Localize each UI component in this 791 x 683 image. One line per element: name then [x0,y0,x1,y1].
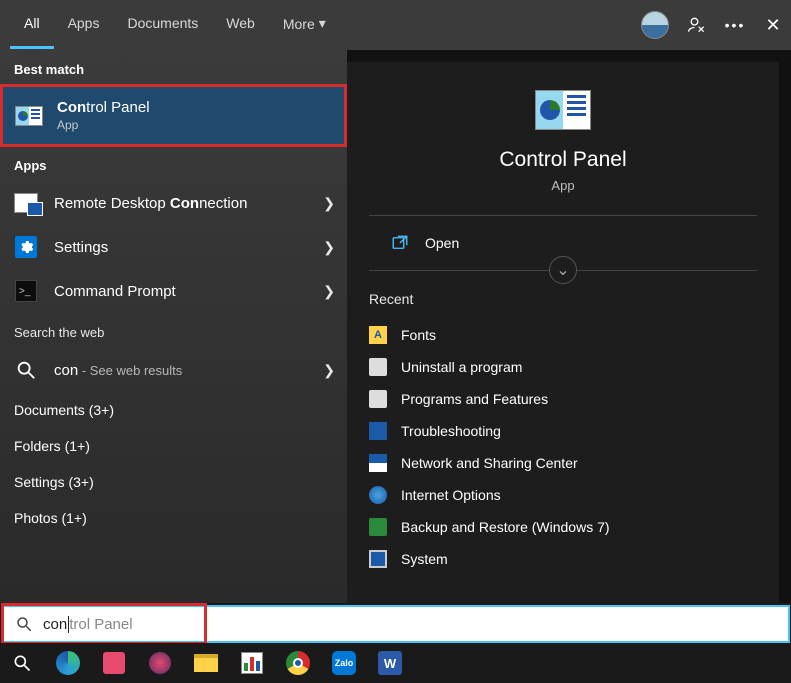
taskbar-word-icon[interactable]: W [376,649,404,677]
cmd-icon: >_ [12,277,40,305]
preview-panel: Control Panel App Open ⌄ Recent AFonts U… [347,50,791,603]
search-autocomplete-hint: trol Panel [69,616,132,633]
feedback-icon[interactable] [687,15,707,35]
internet-icon [369,486,387,504]
chevron-right-icon: ❯ [323,283,335,300]
uninstall-icon [369,358,387,376]
result-title: Remote Desktop Connection [54,195,323,212]
search-web-label: Search the web [0,313,347,348]
options-icon[interactable]: ••• [725,15,745,35]
preview-sub: App [551,178,574,193]
recent-internet[interactable]: Internet Options [369,479,757,511]
close-icon[interactable]: ✕ [763,15,783,35]
open-button[interactable]: Open [391,234,735,252]
control-panel-icon [535,90,591,130]
system-icon [369,550,387,568]
result-title: Settings [54,239,323,256]
remote-desktop-icon [12,189,40,217]
chevron-right-icon: ❯ [323,362,335,379]
taskbar-search-icon[interactable] [8,649,36,677]
search-header: All Apps Documents Web More▾ ••• ✕ [0,0,791,50]
taskbar-explorer-icon[interactable] [192,649,220,677]
taskbar-chrome-icon[interactable] [284,649,312,677]
tab-all[interactable]: All [10,1,54,49]
recent-programs[interactable]: Programs and Features [369,383,757,415]
recent-network[interactable]: Network and Sharing Center [369,447,757,479]
search-icon [12,356,40,384]
open-label: Open [425,235,459,251]
result-control-panel[interactable]: Control Panel App [3,87,344,144]
search-input[interactable]: control Panel [1,605,790,643]
result-title: con - See web results [54,362,323,379]
taskbar-app1-icon[interactable] [100,649,128,677]
chevron-right-icon: ❯ [323,195,335,212]
fonts-icon: A [369,326,387,344]
category-folders[interactable]: Folders (1+) [0,428,347,464]
open-icon [391,234,409,252]
settings-icon [12,233,40,261]
recent-system[interactable]: System [369,543,757,575]
taskbar-zalo-icon[interactable]: Zalo [330,649,358,677]
result-command-prompt[interactable]: >_ Command Prompt ❯ [0,269,347,313]
chevron-down-icon: ⌄ [556,260,569,280]
tab-apps[interactable]: Apps [54,1,114,49]
taskbar-chart-icon[interactable] [238,649,266,677]
tab-more[interactable]: More▾ [269,1,340,49]
recent-uninstall[interactable]: Uninstall a program [369,351,757,383]
result-web-search[interactable]: con - See web results ❯ [0,348,347,392]
preview-title: Control Panel [499,148,626,172]
recent-label: Recent [369,291,757,307]
recent-troubleshooting[interactable]: Troubleshooting [369,415,757,447]
result-title: Command Prompt [54,283,323,300]
result-remote-desktop[interactable]: Remote Desktop Connection ❯ [0,181,347,225]
search-icon [15,615,33,633]
search-tabs: All Apps Documents Web More▾ [10,1,340,49]
category-settings[interactable]: Settings (3+) [0,464,347,500]
category-documents[interactable]: Documents (3+) [0,392,347,428]
troubleshoot-icon [369,422,387,440]
tab-web[interactable]: Web [212,1,269,49]
category-photos[interactable]: Photos (1+) [0,500,347,536]
taskbar-snip-icon[interactable] [146,649,174,677]
result-settings[interactable]: Settings ❯ [0,225,347,269]
highlight-best-match: Control Panel App [0,84,347,147]
result-sub: App [57,118,332,132]
best-match-label: Best match [0,50,347,85]
taskbar-edge-icon[interactable] [54,649,82,677]
result-title: Control Panel [57,99,332,116]
network-icon [369,454,387,472]
apps-label: Apps [0,146,347,181]
chevron-down-icon: ▾ [319,15,326,32]
expand-button[interactable]: ⌄ [549,256,577,284]
tab-documents[interactable]: Documents [113,1,212,49]
taskbar: Zalo W [0,643,791,683]
chevron-right-icon: ❯ [323,239,335,256]
search-typed-text: con [43,616,69,633]
recent-fonts[interactable]: AFonts [369,319,757,351]
programs-icon [369,390,387,408]
backup-icon [369,518,387,536]
recent-backup[interactable]: Backup and Restore (Windows 7) [369,511,757,543]
control-panel-icon [15,102,43,130]
user-avatar[interactable] [641,11,669,39]
results-panel: Best match Control Panel App Apps Remote… [0,50,347,603]
